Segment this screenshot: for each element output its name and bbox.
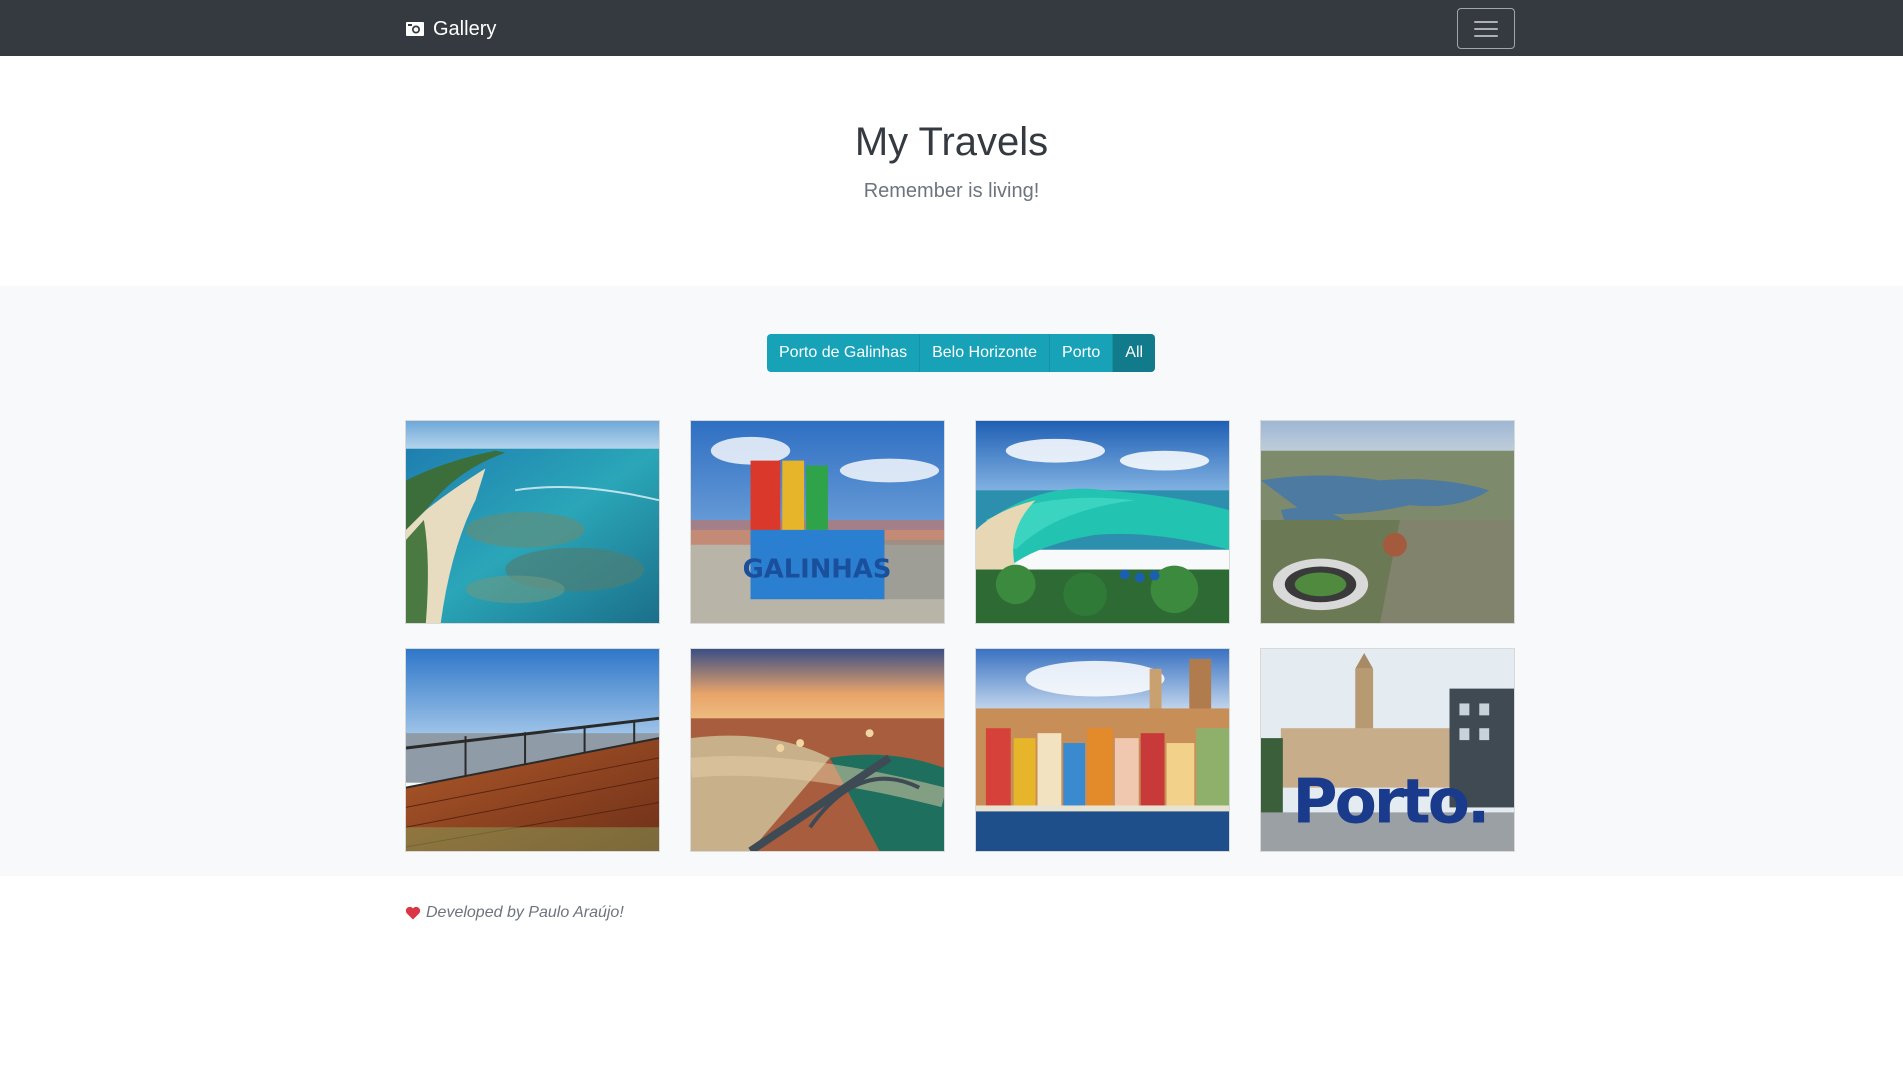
hamburger-icon: [1474, 20, 1498, 37]
filter-porto-de-galinhas-button[interactable]: Porto de Galinhas: [767, 334, 920, 372]
gallery-image-porto-ribeira-colorful[interactable]: [975, 648, 1230, 852]
brand-link[interactable]: Gallery: [405, 16, 496, 42]
hero-section: My Travels Remember is living!: [0, 56, 1903, 286]
navbar-toggler-button[interactable]: [1457, 8, 1515, 49]
footer: Developed by Paulo Araújo!: [405, 898, 624, 928]
filter-belo-horizonte-button[interactable]: Belo Horizonte: [919, 334, 1050, 372]
gallery-grid: GALINHAS Porto.: [405, 420, 1515, 852]
svg-text:Porto.: Porto.: [1293, 766, 1488, 837]
gallery-image-porto-sign-city-hall[interactable]: Porto.: [1260, 648, 1515, 852]
gallery-image-lagoon-stadium-aerial[interactable]: [1260, 420, 1515, 624]
filter-button-group: Porto de Galinhas Belo Horizonte Porto A…: [767, 334, 1156, 372]
camera-icon: [406, 22, 424, 36]
gallery-image-porto-de-galinhas-sign[interactable]: GALINHAS: [690, 420, 945, 624]
gallery-image-wooden-deck-city-view[interactable]: [405, 648, 660, 852]
page-title: My Travels: [854, 120, 1049, 164]
footer-credit: Developed by Paulo Araújo!: [426, 904, 624, 921]
gallery-image-bay-beach-palms[interactable]: [975, 420, 1230, 624]
navbar: Gallery: [0, 0, 1903, 56]
svg-text:GALINHAS: GALINHAS: [743, 554, 892, 584]
filter-all-button[interactable]: All: [1112, 334, 1156, 372]
brand-label: Gallery: [433, 17, 497, 40]
gallery-image-porto-sunset-bridge[interactable]: [690, 648, 945, 852]
album-section: Porto de Galinhas Belo Horizonte Porto A…: [0, 286, 1903, 876]
gallery-image-aerial-reef-beach[interactable]: [405, 420, 660, 624]
page-subtitle: Remember is living!: [863, 180, 1040, 202]
heart-icon: [405, 906, 421, 920]
filter-porto-button[interactable]: Porto: [1049, 334, 1113, 372]
